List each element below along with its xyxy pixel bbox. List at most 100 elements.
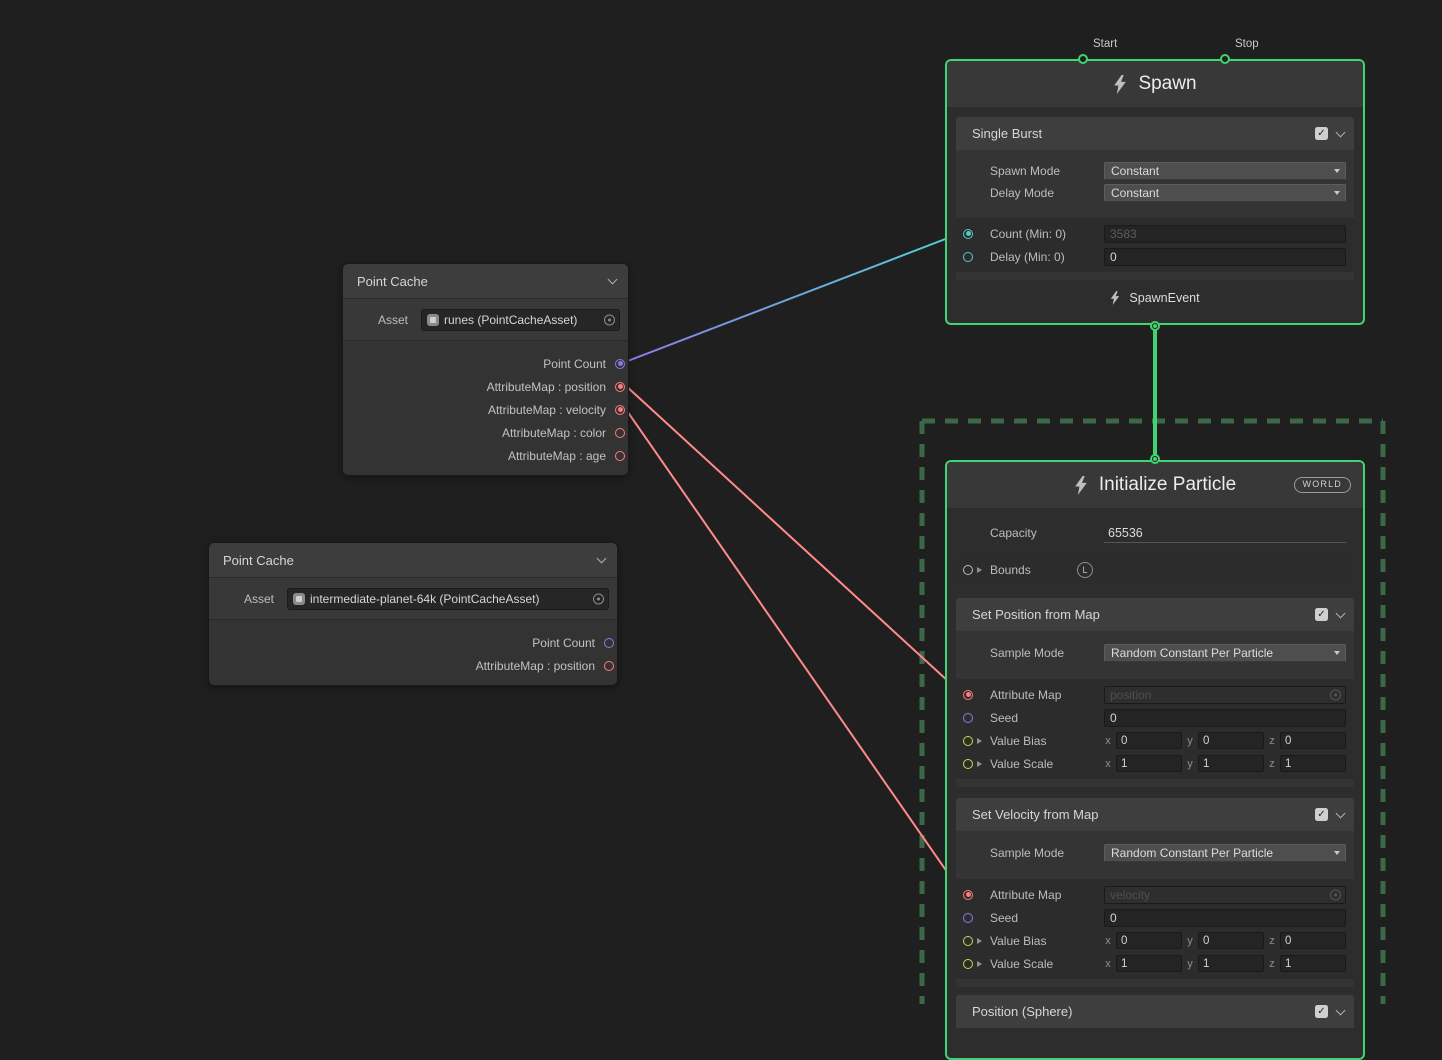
single-burst-block[interactable]: Single Burst Spawn Mode Constant Delay M…	[956, 117, 1354, 280]
value-bias-y-field[interactable]: 0	[1198, 732, 1264, 749]
attributemap-position-port[interactable]	[604, 661, 614, 671]
flow-port-stop[interactable]	[1220, 54, 1230, 64]
flow-port-spawnevent-out[interactable]	[1150, 321, 1160, 331]
bounds-space-badge[interactable]: L	[1077, 562, 1093, 578]
seed-port[interactable]	[963, 913, 973, 923]
seed-field[interactable]: 0	[1104, 709, 1346, 727]
set-velocity-from-map-block[interactable]: Set Velocity from Map Sample Mode Random…	[956, 798, 1354, 987]
initialize-particle-context-node[interactable]: Initialize Particle WORLD Capacity 65536…	[945, 460, 1365, 1060]
expander-icon[interactable]	[977, 738, 982, 744]
seed-field[interactable]: 0	[1104, 909, 1346, 927]
value-scale-label: Value Scale	[990, 957, 1104, 971]
count-port[interactable]	[963, 229, 973, 239]
space-toggle-badge[interactable]: WORLD	[1294, 477, 1352, 493]
set-position-from-map-block[interactable]: Set Position from Map Sample Mode Random…	[956, 598, 1354, 787]
chevron-down-icon[interactable]	[608, 275, 618, 285]
expander-icon[interactable]	[977, 567, 982, 573]
delay-mode-row: Delay Mode Constant	[956, 182, 1354, 204]
dropdown-arrow-icon	[1334, 169, 1340, 173]
attributemap-velocity-port[interactable]	[615, 405, 625, 415]
sample-mode-dropdown[interactable]: Random Constant Per Particle	[1104, 844, 1346, 862]
count-label: Count (Min: 0)	[990, 227, 1104, 241]
attribute-map-value: velocity	[1110, 888, 1150, 902]
flow-port-init-in[interactable]	[1150, 454, 1160, 464]
count-field[interactable]: 3583	[1104, 225, 1346, 243]
seed-port[interactable]	[963, 713, 973, 723]
block-header: Single Burst	[956, 117, 1354, 150]
delay-value: 0	[1110, 250, 1117, 264]
value-scale-y-field[interactable]: 1	[1198, 955, 1264, 972]
axis-y-label: y	[1186, 935, 1194, 947]
value-scale-y-field[interactable]: 1	[1198, 755, 1264, 772]
edge-pointcount-to-count[interactable]	[625, 233, 961, 362]
attribute-map-port[interactable]	[963, 690, 973, 700]
expander-icon[interactable]	[977, 938, 982, 944]
value-bias-row: Value Bias x 0 y 0 z 0	[956, 929, 1354, 952]
delay-row: Delay (Min: 0) 0	[956, 245, 1354, 268]
enabled-checkbox[interactable]	[1315, 808, 1328, 821]
value-bias-x-field[interactable]: 0	[1116, 932, 1182, 949]
axis-z-label: z	[1268, 735, 1276, 747]
attribute-map-port[interactable]	[963, 890, 973, 900]
enabled-checkbox[interactable]	[1315, 608, 1328, 621]
point-cache-planet-node[interactable]: Point Cache Asset intermediate-planet-64…	[208, 542, 618, 686]
point-count-port[interactable]	[604, 638, 614, 648]
block-body: Sample Mode Random Constant Per Particle…	[956, 831, 1354, 987]
point-count-port[interactable]	[615, 359, 625, 369]
chevron-down-icon[interactable]	[1336, 1005, 1346, 1015]
value-bias-port[interactable]	[963, 936, 973, 946]
flow-input-stop-label: Stop	[1235, 38, 1259, 50]
attribute-map-field[interactable]: position	[1104, 686, 1346, 704]
enabled-checkbox[interactable]	[1315, 127, 1328, 140]
point-cache-runes-node[interactable]: Point Cache Asset runes (PointCacheAsset…	[342, 263, 629, 476]
object-picker-icon[interactable]	[1330, 889, 1341, 900]
capacity-field[interactable]: 65536	[1104, 523, 1346, 543]
spawn-context-node[interactable]: Start Stop Spawn Single Burst Spawn Mode…	[945, 59, 1365, 325]
delay-mode-dropdown[interactable]: Constant	[1104, 184, 1346, 202]
asset-row: Asset runes (PointCacheAsset)	[343, 298, 628, 341]
spawn-mode-dropdown[interactable]: Constant	[1104, 162, 1346, 180]
asset-object-field[interactable]: intermediate-planet-64k (PointCacheAsset…	[287, 588, 609, 610]
axis-x-label: x	[1104, 758, 1112, 770]
edge-attributemap-velocity[interactable]	[625, 408, 961, 892]
lightning-icon	[1113, 75, 1127, 94]
chevron-down-icon[interactable]	[597, 554, 607, 564]
sample-mode-value: Random Constant Per Particle	[1111, 846, 1273, 860]
attributemap-age-port[interactable]	[615, 451, 625, 461]
asset-object-field[interactable]: runes (PointCacheAsset)	[421, 309, 620, 331]
value-scale-port[interactable]	[963, 959, 973, 969]
expander-icon[interactable]	[977, 961, 982, 967]
position-sphere-block[interactable]: Position (Sphere)	[956, 995, 1354, 1028]
bounds-port[interactable]	[963, 565, 973, 575]
delay-port[interactable]	[963, 252, 973, 262]
chevron-down-icon[interactable]	[1336, 808, 1346, 818]
block-title: Position (Sphere)	[972, 1004, 1315, 1019]
seed-row: Seed 0	[956, 906, 1354, 929]
value-bias-port[interactable]	[963, 736, 973, 746]
object-picker-icon[interactable]	[604, 314, 615, 325]
edge-attributemap-position[interactable]	[625, 385, 961, 693]
value-bias-y-field[interactable]: 0	[1198, 932, 1264, 949]
expander-icon[interactable]	[977, 761, 982, 767]
object-picker-icon[interactable]	[593, 593, 604, 604]
object-picker-icon[interactable]	[1330, 689, 1341, 700]
value-scale-x-field[interactable]: 1	[1116, 755, 1182, 772]
value-scale-port[interactable]	[963, 759, 973, 769]
value-scale-z-field[interactable]: 1	[1280, 955, 1346, 972]
flow-port-start[interactable]	[1078, 54, 1088, 64]
enabled-checkbox[interactable]	[1315, 1005, 1328, 1018]
chevron-down-icon[interactable]	[1336, 608, 1346, 618]
value-bias-z-field[interactable]: 0	[1280, 732, 1346, 749]
delay-field[interactable]: 0	[1104, 248, 1346, 266]
attribute-map-field[interactable]: velocity	[1104, 886, 1346, 904]
attributemap-color-port[interactable]	[615, 428, 625, 438]
value-scale-x-field[interactable]: 1	[1116, 955, 1182, 972]
value-scale-label: Value Scale	[990, 757, 1104, 771]
chevron-down-icon[interactable]	[1336, 127, 1346, 137]
value-bias-z-field[interactable]: 0	[1280, 932, 1346, 949]
block-body: Spawn Mode Constant Delay Mode Constant …	[956, 150, 1354, 280]
sample-mode-dropdown[interactable]: Random Constant Per Particle	[1104, 644, 1346, 662]
value-bias-x-field[interactable]: 0	[1116, 732, 1182, 749]
attributemap-position-port[interactable]	[615, 382, 625, 392]
value-scale-z-field[interactable]: 1	[1280, 755, 1346, 772]
